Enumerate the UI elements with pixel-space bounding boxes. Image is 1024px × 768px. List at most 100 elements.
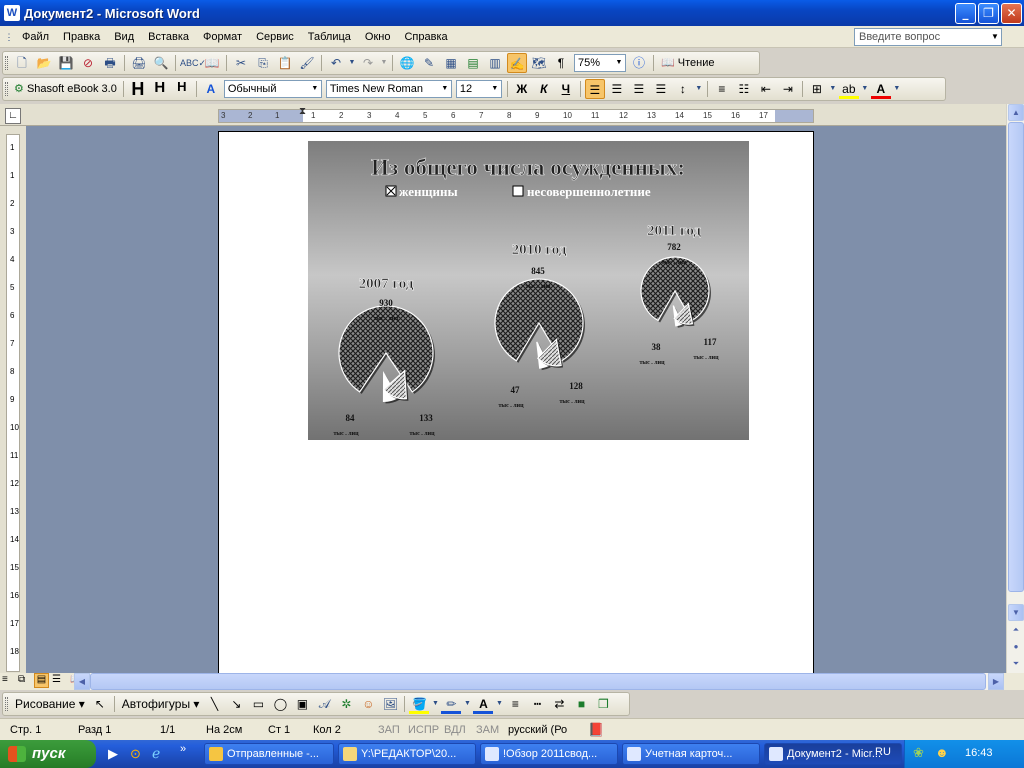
undo-dropdown-icon[interactable]: ▼: [348, 53, 356, 73]
font-color-dropdown-icon[interactable]: ▼: [893, 79, 901, 99]
columns-icon[interactable]: ▥: [485, 53, 505, 73]
preview-icon[interactable]: 🔍: [151, 53, 171, 73]
menu-tools[interactable]: Сервис: [249, 26, 301, 48]
format-painter-icon[interactable]: 🖌: [297, 53, 317, 73]
normal-view-icon[interactable]: ≡: [2, 674, 8, 685]
toolbar-grip[interactable]: [5, 56, 8, 70]
toolbar-grip[interactable]: [5, 697, 8, 711]
redo-icon[interactable]: ↷: [358, 53, 378, 73]
wordart-icon[interactable]: 𝒜: [314, 694, 334, 714]
document-page[interactable]: Из общего числа осужденных: женщины несове…: [218, 131, 814, 673]
menu-format[interactable]: Формат: [196, 26, 249, 48]
style-select[interactable]: Обычный ▼: [223, 80, 322, 98]
autoshapes-menu-button[interactable]: Автофигуры ▾: [119, 694, 203, 714]
text-box-icon[interactable]: ▣: [292, 694, 312, 714]
bullets-icon[interactable]: ☷: [734, 79, 754, 99]
align-left-icon[interactable]: ☰: [584, 79, 605, 99]
line-tool-icon[interactable]: ╲: [204, 694, 224, 714]
next-page-icon[interactable]: ⏷: [1008, 656, 1024, 673]
tray-app-icon[interactable]: ❀: [913, 745, 924, 761]
reading-button[interactable]: 📖 Чтение: [658, 53, 717, 73]
menu-view[interactable]: Вид: [107, 26, 141, 48]
media-player-icon[interactable]: ▶: [108, 746, 118, 762]
document-area[interactable]: Из общего числа осужденных: женщины несове…: [26, 126, 1006, 673]
chevron-down-icon[interactable]: ▼: [613, 55, 625, 71]
zoom-select[interactable]: 75% ▼: [574, 54, 626, 72]
print-preview-icon[interactable]: 🖨: [129, 53, 149, 73]
spelling-icon[interactable]: ABC✓: [180, 53, 206, 73]
status-extend[interactable]: ВДЛ: [444, 722, 466, 738]
scroll-left-button[interactable]: ◀: [74, 673, 90, 690]
drawing-menu-button[interactable]: Рисование ▾: [12, 694, 88, 714]
restore-button[interactable]: ❐: [978, 3, 999, 24]
menu-file[interactable]: Файл: [15, 26, 56, 48]
decrease-indent-icon[interactable]: ⇤: [756, 79, 776, 99]
menu-edit[interactable]: Правка: [56, 26, 107, 48]
word-app-icon[interactable]: W: [4, 5, 20, 21]
toolbar-grip[interactable]: [5, 82, 8, 96]
web-view-icon[interactable]: ⧉: [18, 674, 25, 685]
hscroll-thumb[interactable]: [90, 673, 986, 690]
menu-window[interactable]: Окно: [358, 26, 398, 48]
chevron-down-icon[interactable]: ▼: [309, 81, 321, 97]
borders-icon[interactable]: ⊞: [807, 79, 827, 99]
paste-icon[interactable]: 📋: [275, 53, 295, 73]
undo-icon[interactable]: ↶: [326, 53, 346, 73]
desktop-icon[interactable]: ⊙: [130, 746, 141, 762]
highlight-icon[interactable]: ab: [838, 79, 859, 99]
font-select[interactable]: Times New Roman ▼: [325, 80, 452, 98]
previous-page-icon[interactable]: ⏶: [1008, 622, 1024, 639]
outline-view-icon[interactable]: ☰: [52, 674, 61, 685]
increase-indent-icon[interactable]: ⇥: [778, 79, 798, 99]
hscroll-track[interactable]: ◀ ▶: [74, 673, 1004, 690]
print-layout-view-icon[interactable]: ▤: [34, 673, 49, 688]
scroll-up-button[interactable]: ▲: [1008, 104, 1024, 121]
document-map-icon[interactable]: 🗺: [529, 53, 549, 73]
scroll-down-button[interactable]: ▼: [1008, 604, 1024, 621]
font-color-icon[interactable]: A: [870, 79, 891, 99]
fill-dropdown-icon[interactable]: ▼: [431, 694, 439, 714]
help-question-input[interactable]: Введите вопрос ▼: [854, 28, 1002, 46]
line-style-icon[interactable]: ≡: [505, 694, 525, 714]
task-explorer[interactable]: Y:\РЕДАКТОР\20...: [338, 743, 476, 765]
scroll-thumb[interactable]: [1008, 122, 1024, 592]
drawing-icon[interactable]: ✍: [507, 53, 527, 73]
arrow-style-icon[interactable]: ⇄: [549, 694, 569, 714]
tab-selector-icon[interactable]: ∟: [5, 108, 21, 124]
font-color-draw-icon[interactable]: A: [473, 694, 494, 714]
font-color-draw-dropdown-icon[interactable]: ▼: [495, 694, 503, 714]
borders-dropdown-icon[interactable]: ▼: [829, 79, 837, 99]
highlight-dropdown-icon[interactable]: ▼: [861, 79, 869, 99]
open-folder-icon[interactable]: 📂: [34, 53, 54, 73]
align-center-icon[interactable]: ☰: [607, 79, 627, 99]
status-overtype[interactable]: ЗАМ: [476, 722, 499, 738]
insert-excel-icon[interactable]: ▤: [463, 53, 483, 73]
underline-button[interactable]: Ч: [556, 79, 576, 99]
italic-button[interactable]: К: [534, 79, 554, 99]
hyperlink-icon[interactable]: 🌐: [397, 53, 417, 73]
line-spacing-icon[interactable]: ↕: [673, 79, 693, 99]
research-icon[interactable]: 📖: [202, 53, 222, 73]
menu-help[interactable]: Справка: [397, 26, 454, 48]
save-icon[interactable]: 💾: [56, 53, 76, 73]
start-button[interactable]: пуск: [0, 740, 96, 768]
indent-marker-icon[interactable]: ⧗: [299, 106, 306, 117]
status-record[interactable]: ЗАП: [378, 722, 400, 738]
vertical-scrollbar[interactable]: ▲ ▼ ⏶ ● ⏷: [1006, 104, 1024, 673]
new-document-icon[interactable]: 🗋: [12, 53, 32, 73]
fill-color-icon[interactable]: 🪣: [409, 694, 430, 714]
copy-icon[interactable]: ⎘: [253, 53, 273, 73]
diagram-icon[interactable]: ✲: [336, 694, 356, 714]
vertical-ruler[interactable]: 112345678910111213141516171819: [0, 126, 26, 684]
clipart-icon[interactable]: ☺: [358, 694, 378, 714]
show-hide-icon[interactable]: ¶: [551, 53, 571, 73]
line-spacing-dropdown-icon[interactable]: ▼: [695, 79, 703, 99]
line-color-dropdown-icon[interactable]: ▼: [463, 694, 471, 714]
task-word-card[interactable]: Учетная карточ...: [622, 743, 760, 765]
oval-tool-icon[interactable]: ◯: [270, 694, 290, 714]
menu-insert[interactable]: Вставка: [141, 26, 196, 48]
help-icon[interactable]: ⓘ: [629, 53, 649, 73]
align-right-icon[interactable]: ☰: [629, 79, 649, 99]
task-outlook[interactable]: Отправленные -...: [204, 743, 334, 765]
chevron-down-icon[interactable]: ▼: [439, 81, 451, 97]
